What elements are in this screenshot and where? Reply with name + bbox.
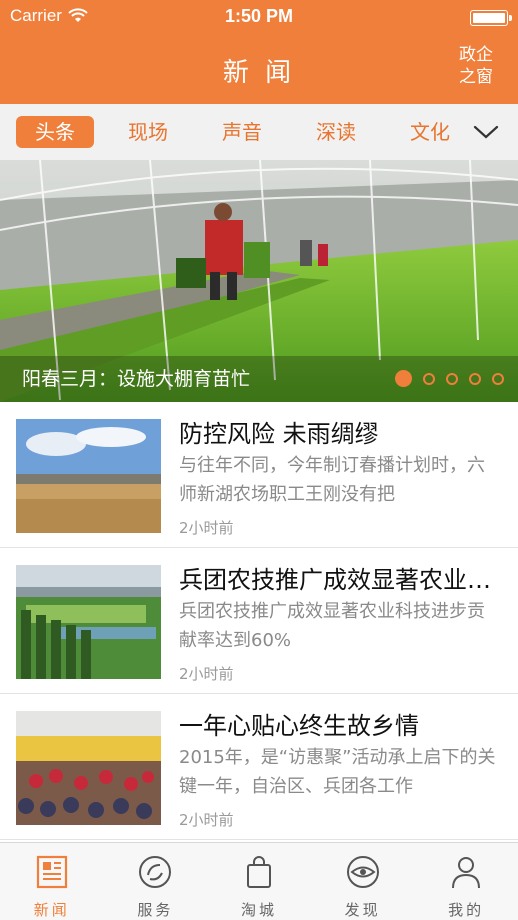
status-bar: Carrier 1:50 PM [0, 0, 518, 36]
news-summary: 2015年，是“访惠聚”活动承上启下的关键一年，自治区、兵团各工作 [179, 747, 496, 797]
news-headline: 一年心贴心终生故乡情 [179, 712, 419, 740]
news-thumbnail [16, 419, 161, 533]
news-headline: 防控风险 未雨绸缪 [179, 420, 379, 448]
gov-window-button[interactable]: 政企 之窗 [454, 44, 498, 88]
page-title: 新 闻 [222, 58, 296, 88]
news-thumbnail [16, 711, 161, 825]
tab-culture[interactable]: 文化 [394, 116, 466, 148]
tab-headline[interactable]: 头条 [16, 116, 94, 148]
carousel-dot[interactable] [395, 370, 412, 387]
category-tabs: 头条 现场 声音 深读 文化 [0, 104, 518, 160]
carousel-dot[interactable] [469, 372, 481, 385]
news-summary: 兵团农技推广成效显著农业科技进步贡献率达到60% [179, 601, 485, 651]
tab-shop[interactable]: 淘城 [207, 843, 311, 920]
status-time: 1:50 PM [224, 6, 294, 26]
battery-icon [470, 10, 512, 26]
news-headline: 兵团农技推广成效显著农业科技进步贡献率达到60% [179, 566, 501, 594]
shopping-bag-icon [246, 856, 271, 888]
news-summary: 与往年不同，今年制订春播计划时，六师新湖农场职工王刚没有把 [179, 455, 485, 505]
news-list: 防控风险 未雨绸缪 与往年不同，今年制订春播计划时，六师新湖农场职工王刚没有把 … [0, 402, 518, 840]
carousel-dot[interactable] [423, 372, 435, 385]
service-icon [139, 856, 172, 888]
tab-label: 淘城 [240, 901, 277, 919]
tab-label: 发现 [344, 901, 381, 919]
tab-discover[interactable]: 发现 [311, 843, 415, 920]
tab-service[interactable]: 服务 [104, 843, 208, 920]
tab-label: 我的 [448, 901, 485, 919]
tab-me[interactable]: 我的 [414, 843, 518, 920]
news-time: 2小时前 [179, 811, 234, 829]
bottom-tab-bar: 新闻 服务 淘城 发现 我的 [0, 842, 518, 920]
news-time: 2小时前 [179, 519, 234, 537]
user-icon [452, 857, 481, 889]
nav-bar: 新 闻 政企 之窗 [0, 36, 518, 104]
news-time: 2小时前 [179, 665, 234, 683]
news-item[interactable]: 一年心贴心终生故乡情 2015年，是“访惠聚”活动承上启下的关键一年，自治区、兵… [0, 694, 518, 840]
banner-caption-bar: 阳春三月：设施大棚育苗忙 [0, 356, 518, 402]
newspaper-icon [36, 855, 67, 889]
tab-scene[interactable]: 现场 [112, 116, 184, 148]
carousel-dot[interactable] [446, 372, 458, 385]
tab-label: 新闻 [33, 901, 70, 919]
banner-caption: 阳春三月：设施大棚育苗忙 [22, 368, 251, 390]
eye-icon [346, 856, 379, 888]
carousel-dot[interactable] [492, 372, 504, 385]
tab-voice[interactable]: 声音 [206, 116, 278, 148]
carousel-indicator [395, 370, 504, 387]
chevron-down-icon[interactable] [472, 118, 500, 146]
news-thumbnail [16, 565, 161, 679]
news-item[interactable]: 防控风险 未雨绸缪 与往年不同，今年制订春播计划时，六师新湖农场职工王刚没有把 … [0, 402, 518, 548]
tab-news[interactable]: 新闻 [0, 843, 104, 920]
news-item[interactable]: 兵团农技推广成效显著农业科技进步贡献率达到60% 兵团农技推广成效显著农业科技进… [0, 548, 518, 694]
tab-label: 服务 [137, 901, 174, 919]
banner-carousel[interactable]: 阳春三月：设施大棚育苗忙 [0, 160, 518, 402]
tab-deep-read[interactable]: 深读 [300, 116, 372, 148]
